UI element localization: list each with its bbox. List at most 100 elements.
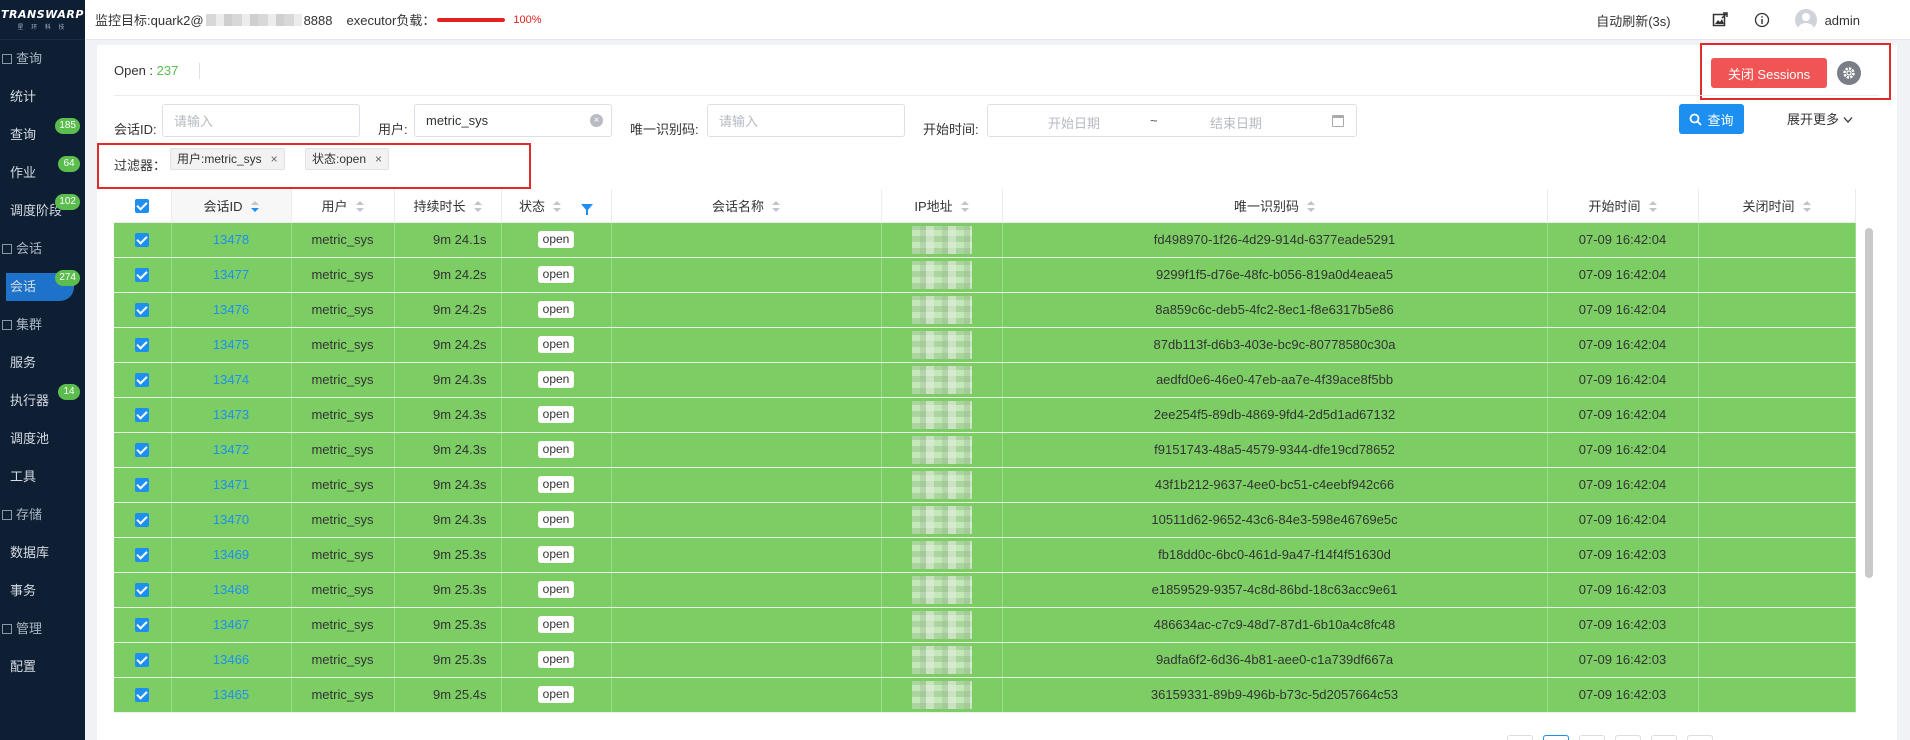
- row-checkbox[interactable]: [114, 257, 172, 293]
- row-checkbox[interactable]: [114, 607, 172, 643]
- pager-button[interactable]: [1579, 735, 1605, 740]
- row-checkbox[interactable]: [114, 642, 172, 678]
- sidebar-item[interactable]: 数据库: [0, 534, 85, 572]
- expand-more-link[interactable]: 展开更多: [1787, 109, 1853, 128]
- sidebar-item[interactable]: 配置: [0, 648, 85, 686]
- sort-icon[interactable]: [250, 200, 259, 213]
- select-all-checkbox[interactable]: [114, 189, 172, 223]
- table-row[interactable]: 13478 metric_sys 9m 24.1s open fd498970-1f26…: [114, 222, 1856, 258]
- sidebar-item[interactable]: 调度池: [0, 420, 85, 458]
- sort-icon[interactable]: [473, 200, 482, 213]
- column-header-status[interactable]: 状态: [501, 189, 612, 223]
- table-row[interactable]: 13473 metric_sys 9m 24.3s open 2ee254f5-89db…: [114, 397, 1856, 433]
- export-image-icon[interactable]: [1711, 11, 1729, 29]
- sort-icon[interactable]: [772, 200, 780, 213]
- session-id-link[interactable]: 13471: [171, 467, 292, 503]
- uid-input[interactable]: 请输入: [707, 104, 905, 137]
- session-id-link[interactable]: 13470: [171, 502, 292, 538]
- column-header-ip[interactable]: IP地址: [881, 189, 1003, 223]
- pager-button[interactable]: [1651, 735, 1677, 740]
- sidebar-section[interactable]: 管理: [0, 610, 85, 648]
- filter-funnel-icon[interactable]: [581, 203, 593, 215]
- sidebar-item[interactable]: 工具: [0, 458, 85, 496]
- column-header-session-name[interactable]: 会话名称: [611, 189, 882, 223]
- session-id-link[interactable]: 13465: [171, 677, 292, 713]
- user-avatar[interactable]: [1794, 9, 1817, 31]
- user-input[interactable]: metric_sys ×: [414, 104, 612, 137]
- row-checkbox[interactable]: [114, 677, 172, 713]
- sidebar-section[interactable]: 查询: [0, 40, 85, 78]
- session-id-link[interactable]: 13474: [171, 362, 292, 398]
- column-header-duration[interactable]: 持续时长: [394, 189, 502, 223]
- close-sessions-button[interactable]: 关闭 Sessions: [1711, 58, 1827, 88]
- table-row[interactable]: 13467 metric_sys 9m 25.3s open 486634ac-c7c9…: [114, 607, 1856, 643]
- sort-icon[interactable]: [1802, 200, 1811, 213]
- sort-icon[interactable]: [553, 200, 561, 213]
- pager-button[interactable]: [1507, 735, 1533, 740]
- sidebar-item[interactable]: 服务: [0, 344, 85, 382]
- close-icon[interactable]: ×: [271, 149, 278, 169]
- date-range-picker[interactable]: 开始日期 ~ 结束日期: [987, 104, 1357, 137]
- pager-button[interactable]: [1543, 735, 1569, 740]
- column-header-session-id[interactable]: 会话ID: [171, 189, 292, 223]
- row-checkbox[interactable]: [114, 572, 172, 608]
- sort-icon[interactable]: [1648, 200, 1657, 213]
- session-id-link[interactable]: 13466: [171, 642, 292, 678]
- info-icon[interactable]: [1753, 11, 1771, 29]
- sidebar-section[interactable]: 存储: [0, 496, 85, 534]
- session-id-link[interactable]: 13478: [171, 222, 292, 258]
- row-checkbox[interactable]: [114, 327, 172, 363]
- user-name[interactable]: admin: [1825, 13, 1860, 28]
- row-checkbox[interactable]: [114, 397, 172, 433]
- sidebar-item[interactable]: 事务: [0, 572, 85, 610]
- session-id-link[interactable]: 13473: [171, 397, 292, 433]
- filter-tag-status[interactable]: 状态:open ×: [305, 148, 390, 170]
- pager-button[interactable]: [1687, 735, 1713, 740]
- sidebar-item[interactable]: 统计: [0, 78, 85, 116]
- table-row[interactable]: 13475 metric_sys 9m 24.2s open 87db113f-d6b3…: [114, 327, 1856, 363]
- session-id-link[interactable]: 13467: [171, 607, 292, 643]
- session-id-link[interactable]: 13469: [171, 537, 292, 573]
- column-header-close-time[interactable]: 关闭时间: [1698, 189, 1856, 223]
- row-checkbox[interactable]: [114, 467, 172, 503]
- session-id-link[interactable]: 13476: [171, 292, 292, 328]
- gear-icon[interactable]: [1837, 61, 1861, 85]
- clear-icon[interactable]: ×: [590, 114, 603, 127]
- session-id-link[interactable]: 13475: [171, 327, 292, 363]
- row-checkbox[interactable]: [114, 362, 172, 398]
- row-checkbox[interactable]: [114, 222, 172, 258]
- close-icon[interactable]: ×: [375, 149, 382, 169]
- session-id-link[interactable]: 13477: [171, 257, 292, 293]
- session-id-link[interactable]: 13468: [171, 572, 292, 608]
- table-row[interactable]: 13466 metric_sys 9m 25.3s open 9adfa6f2-6d36…: [114, 642, 1856, 678]
- table-row[interactable]: 13477 metric_sys 9m 24.2s open 9299f1f5-d76e…: [114, 257, 1856, 293]
- sort-icon[interactable]: [1307, 200, 1315, 213]
- table-row[interactable]: 13468 metric_sys 9m 25.3s open e1859529-9357…: [114, 572, 1856, 608]
- sidebar-item[interactable]: 会话 274: [0, 268, 85, 306]
- row-checkbox[interactable]: [114, 432, 172, 468]
- table-row[interactable]: 13476 metric_sys 9m 24.2s open 8a859c6c-deb5…: [114, 292, 1856, 328]
- column-header-start-time[interactable]: 开始时间: [1547, 189, 1699, 223]
- sidebar-item[interactable]: 调度阶段 102: [0, 192, 85, 230]
- sidebar-section[interactable]: 集群: [0, 306, 85, 344]
- row-checkbox[interactable]: [114, 292, 172, 328]
- table-row[interactable]: 13465 metric_sys 9m 25.4s open 36159331-89b9…: [114, 677, 1856, 713]
- auto-refresh-toggle[interactable]: 自动刷新(3s): [1596, 11, 1670, 30]
- table-row[interactable]: 13469 metric_sys 9m 25.3s open fb18dd0c-6bc0…: [114, 537, 1856, 573]
- sidebar-item[interactable]: 查询 185: [0, 116, 85, 154]
- table-row[interactable]: 13472 metric_sys 9m 24.3s open f9151743-48a5…: [114, 432, 1856, 468]
- sort-icon[interactable]: [960, 200, 969, 213]
- table-row[interactable]: 13470 metric_sys 9m 24.3s open 10511d62-9652…: [114, 502, 1856, 538]
- table-row[interactable]: 13474 metric_sys 9m 24.3s open aedfd0e6-46e0…: [114, 362, 1856, 398]
- session-id-link[interactable]: 13472: [171, 432, 292, 468]
- sidebar-item[interactable]: 作业 64: [0, 154, 85, 192]
- filter-tag-user[interactable]: 用户:metric_sys ×: [170, 148, 285, 170]
- session-id-input[interactable]: 请输入: [162, 104, 360, 137]
- column-header-user[interactable]: 用户: [291, 189, 395, 223]
- row-checkbox[interactable]: [114, 537, 172, 573]
- table-row[interactable]: 13471 metric_sys 9m 24.3s open 43f1b212-9637…: [114, 467, 1856, 503]
- sidebar-item[interactable]: 执行器 14: [0, 382, 85, 420]
- table-scrollbar[interactable]: [1865, 228, 1873, 578]
- row-checkbox[interactable]: [114, 502, 172, 538]
- column-header-uid[interactable]: 唯一识别码: [1002, 189, 1548, 223]
